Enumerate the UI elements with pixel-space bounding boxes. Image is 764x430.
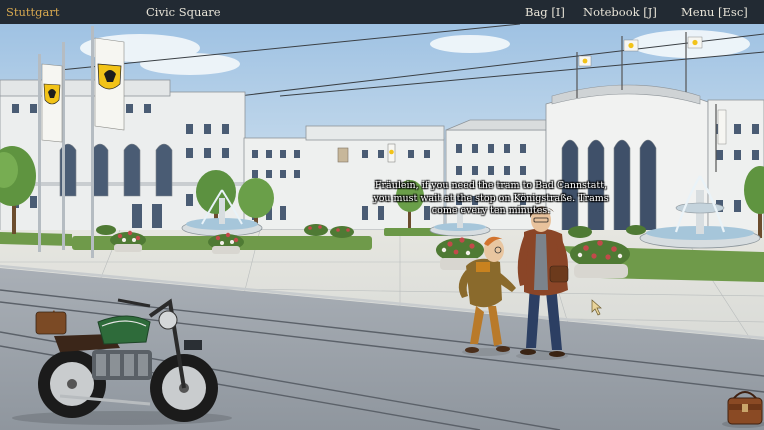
bag-button[interactable]: Bag [I]: [525, 5, 565, 19]
top-hud-bar: Stuttgart Civic Square Bag [I] Notebook …: [0, 0, 764, 24]
menu-button[interactable]: Menu [Esc]: [681, 5, 748, 19]
notebook-button[interactable]: Notebook [J]: [583, 5, 657, 19]
game-scene: [0, 23, 764, 430]
location-name: Civic Square: [146, 5, 221, 19]
center-building: [243, 125, 445, 231]
city-name: Stuttgart: [6, 5, 60, 19]
